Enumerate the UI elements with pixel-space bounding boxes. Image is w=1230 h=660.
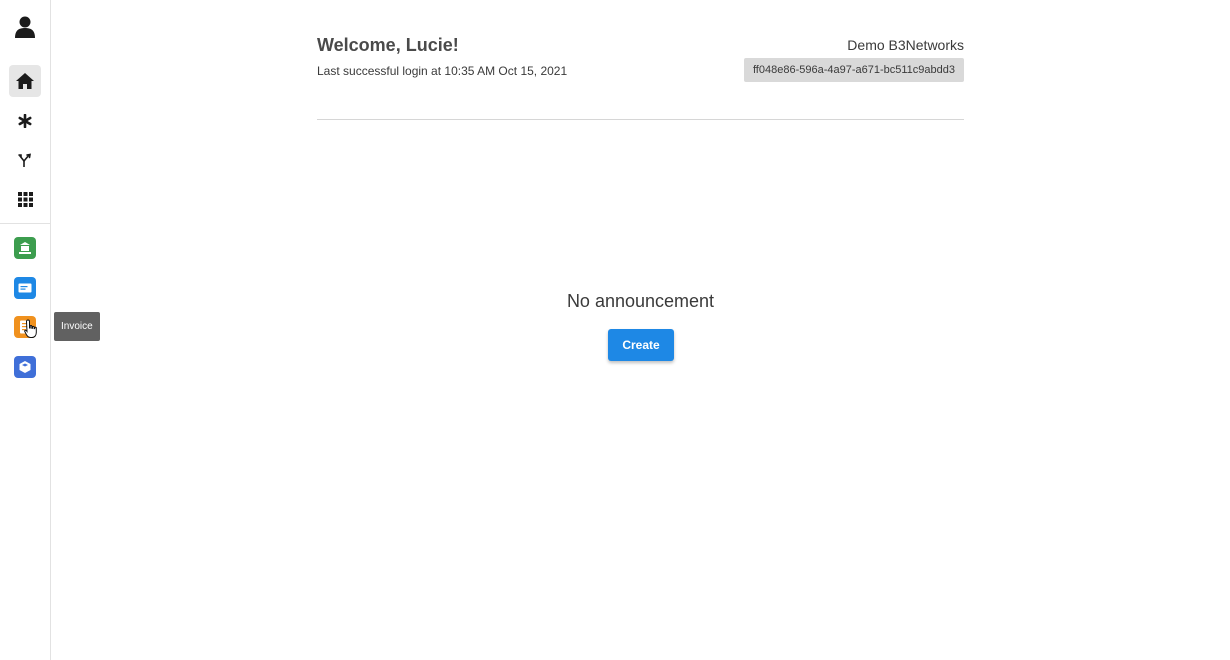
package-app-button[interactable] (14, 356, 36, 378)
org-id-badge[interactable]: ff048e86-596a-4a97-a671-bc511c9abdd3 (743, 58, 964, 82)
asterisk-button[interactable] (9, 105, 41, 137)
org-name: Demo B3Networks (847, 37, 964, 53)
sidebar (0, 0, 51, 660)
fork-icon (18, 153, 31, 167)
portal-app-button[interactable] (14, 237, 36, 259)
app-root: Invoice Welcome, Lucie! Last successful … (0, 0, 1230, 660)
home-button[interactable] (9, 65, 41, 97)
hand-cursor-icon (24, 319, 37, 338)
no-announcement-text: No announcement (566, 291, 715, 311)
ticket-app-button[interactable] (14, 277, 36, 299)
welcome-title: Welcome, Lucie! (317, 35, 459, 55)
profile-button[interactable] (9, 11, 41, 43)
user-icon (15, 16, 35, 38)
last-login-text: Last successful login at 10:35 AM Oct 15… (317, 64, 568, 78)
grid-icon (17, 191, 33, 207)
sidebar-divider (0, 223, 50, 224)
green-app-icon (19, 242, 31, 254)
apps-button[interactable] (9, 183, 41, 215)
home-icon (16, 73, 34, 89)
asterisk-icon (18, 114, 32, 128)
invoice-tooltip: Invoice (54, 312, 100, 341)
box-icon (19, 361, 31, 373)
create-button[interactable]: Create (608, 329, 674, 361)
blue-app-icon (18, 283, 32, 293)
routing-button[interactable] (9, 144, 41, 176)
header-divider (317, 119, 964, 120)
